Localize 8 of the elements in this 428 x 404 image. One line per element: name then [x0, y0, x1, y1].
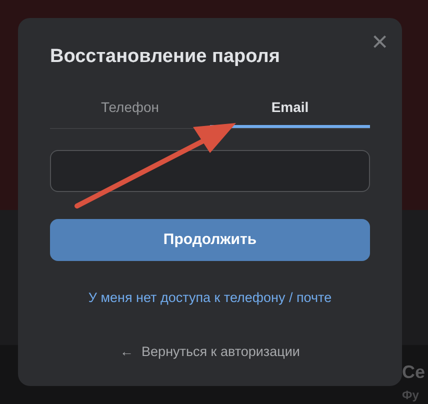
email-field[interactable]: [50, 150, 370, 192]
no-access-link[interactable]: У меня нет доступа к телефону / почте: [88, 288, 332, 308]
tab[interactable]: Телефон: [50, 90, 210, 128]
back-link[interactable]: ← Вернуться к авторизации: [120, 342, 300, 362]
continue-button[interactable]: Продолжить: [50, 219, 370, 261]
card-title: Се: [402, 361, 426, 384]
close-button[interactable]: ×: [372, 28, 388, 56]
dialog-title: Восстановление пароля: [50, 45, 281, 69]
